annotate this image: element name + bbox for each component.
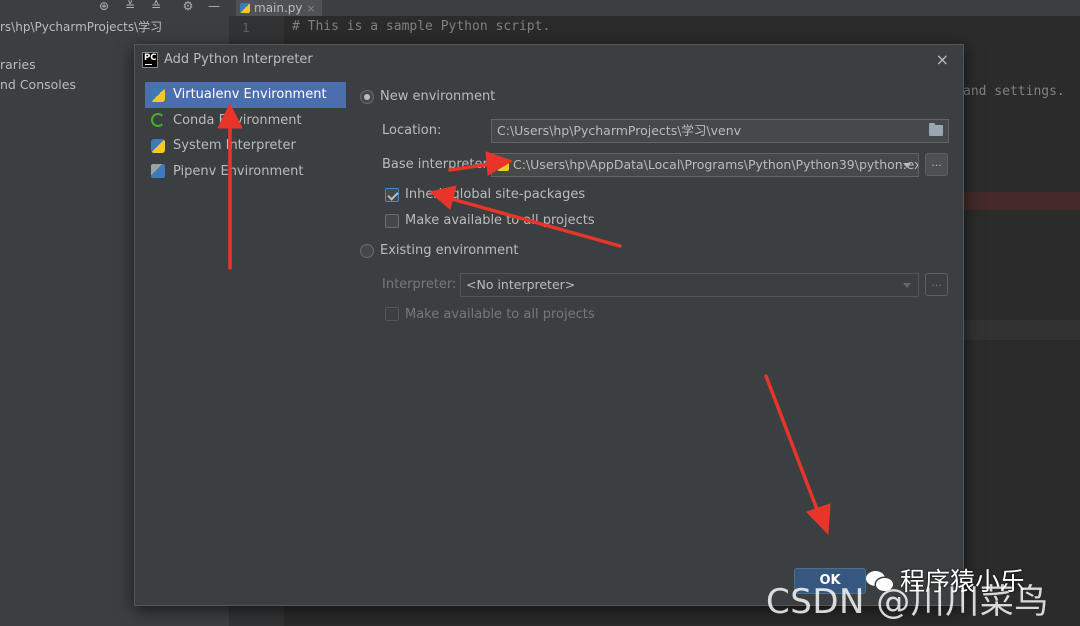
collapse-icon[interactable]: ≚	[122, 0, 138, 14]
globe-icon[interactable]: ⊕	[96, 0, 112, 14]
tree-item-libraries[interactable]: raries	[0, 57, 36, 72]
gear-icon[interactable]: ⚙	[180, 0, 196, 14]
add-interpreter-dialog: PC Add Python Interpreter × Virtualenv E…	[134, 44, 964, 606]
env-item-label: Conda Environment	[173, 112, 302, 128]
dialog-titlebar: PC Add Python Interpreter ×	[135, 45, 963, 75]
interpreter-combo[interactable]: <No interpreter>	[460, 273, 919, 297]
make-available-label: Make available to all projects	[405, 213, 595, 228]
minimize-icon[interactable]: —	[206, 0, 222, 14]
pycharm-logo-icon: PC	[142, 52, 158, 68]
tree-item-consoles[interactable]: nd Consoles	[0, 77, 76, 92]
make-available-checkbox[interactable]	[385, 214, 399, 228]
location-field[interactable]: C:\Users\hp\PycharmProjects\学习\venv	[491, 119, 949, 143]
existing-environment-radio[interactable]	[360, 244, 374, 258]
env-item-virtualenv[interactable]: Virtualenv Environment	[145, 82, 346, 108]
env-item-label: Pipenv Environment	[173, 163, 304, 179]
folder-icon[interactable]	[929, 123, 943, 136]
existing-make-available-checkbox[interactable]	[385, 307, 399, 321]
existing-environment-label: Existing environment	[380, 243, 519, 258]
new-environment-radio[interactable]	[360, 90, 374, 104]
python-file-icon	[240, 3, 250, 13]
project-path: rs\hp\PycharmProjects\学习	[0, 20, 163, 34]
env-item-system[interactable]: System Interpreter	[145, 133, 346, 159]
base-interpreter-label: Base interpreter:	[382, 157, 492, 172]
env-item-conda[interactable]: Conda Environment	[145, 108, 346, 134]
tab-label: main.py	[254, 1, 303, 15]
env-item-pipenv[interactable]: Pipenv Environment	[145, 159, 346, 185]
base-interpreter-browse-button[interactable]: ...	[925, 153, 948, 176]
close-icon[interactable]: ×	[936, 50, 949, 69]
python-icon	[497, 159, 509, 171]
line-number: 1	[242, 20, 250, 35]
expand-icon[interactable]: ≙	[148, 0, 164, 14]
dialog-title: Add Python Interpreter	[164, 52, 313, 67]
pipenv-icon	[151, 164, 165, 179]
location-label: Location:	[382, 123, 442, 138]
tab-main-py[interactable]: main.py ×	[236, 0, 322, 16]
error-highlight	[962, 192, 1080, 210]
csdn-watermark: CSDN @川川菜鸟	[766, 582, 1049, 622]
location-value: C:\Users\hp\PycharmProjects\学习\venv	[497, 123, 742, 138]
code-fragment: and settings.	[963, 84, 1065, 99]
conda-icon	[151, 113, 165, 128]
chevron-down-icon	[903, 283, 911, 288]
caret-line-highlight	[962, 320, 1080, 340]
interpreter-browse-button[interactable]: ...	[925, 273, 948, 296]
env-item-label: System Interpreter	[173, 138, 296, 154]
interpreter-value: <No interpreter>	[466, 277, 576, 292]
new-environment-label: New environment	[380, 89, 496, 104]
python-icon	[151, 87, 165, 102]
environment-list: Virtualenv Environment Conda Environment…	[145, 82, 346, 472]
chevron-down-icon	[903, 163, 911, 168]
project-toolbar: ⊕ ≚ ≙ ⚙ —	[0, 0, 230, 16]
code-comment: # This is a sample Python script.	[292, 19, 551, 34]
editor-tabs: main.py ×	[230, 0, 1080, 16]
interpreter-label: Interpreter:	[382, 277, 457, 292]
python-icon	[151, 138, 165, 153]
env-item-label: Virtualenv Environment	[173, 87, 327, 103]
existing-make-available-label: Make available to all projects	[405, 307, 595, 322]
tab-close-icon[interactable]: ×	[307, 2, 316, 15]
base-interpreter-value: C:\Users\hp\AppData\Local\Programs\Pytho…	[513, 157, 919, 172]
inherit-packages-checkbox[interactable]	[385, 188, 399, 202]
inherit-packages-label: Inherit global site-packages	[405, 187, 586, 202]
base-interpreter-combo[interactable]: C:\Users\hp\AppData\Local\Programs\Pytho…	[491, 153, 919, 177]
